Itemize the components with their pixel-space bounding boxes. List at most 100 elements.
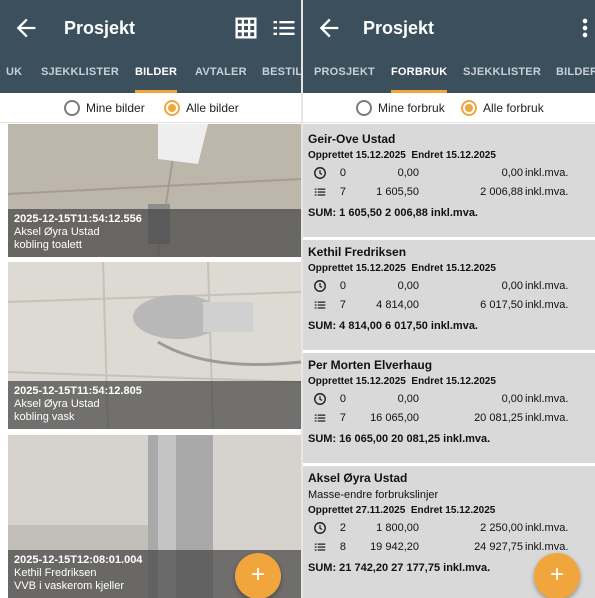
clock-icon: [314, 167, 326, 179]
items-row: 7 16 065,00 20 081,25 inkl.mva.: [308, 409, 593, 428]
tab-sjekklister[interactable]: SJEKKLISTER: [463, 56, 541, 93]
inkl-label: inkl.mva.: [525, 186, 569, 198]
left-screen: Prosjekt UK SJEKKLISTER BILDER AVTALER B…: [0, 0, 301, 598]
changed-label: Endret: [410, 505, 443, 516]
created-label: Opprettet: [308, 263, 353, 274]
items-count: 7: [339, 412, 346, 424]
tab-forbruk-label: FORBRUK: [391, 66, 448, 78]
clock-icon: [314, 522, 326, 534]
photo-user: Aksel Øyra Ustad: [14, 398, 100, 410]
inkl-label: inkl.mva.: [525, 393, 569, 405]
radio-mine-forbruk[interactable]: Mine forbruk: [356, 99, 445, 117]
photo-card-2[interactable]: 2025-12-15T11:54:12.805 Aksel Øyra Ustad…: [8, 262, 301, 429]
hours-count: 2: [339, 522, 346, 534]
changed-label: Endret: [411, 263, 444, 274]
created-date: 15.12.2025: [355, 376, 406, 387]
image-filter: Mine bilder Alle bilder: [0, 93, 301, 123]
tab-uk[interactable]: UK: [6, 56, 22, 93]
items-count: 7: [339, 186, 346, 198]
dates-line: Opprettet 15.12.2025 Endret 15.12.2025: [308, 261, 593, 277]
items-inc: 2 006,88: [480, 186, 523, 198]
hours-count: 0: [339, 393, 346, 405]
radio-circle: [356, 100, 372, 116]
consumption-list: Geir-Ove Ustad Opprettet 15.12.2025 Endr…: [303, 124, 595, 598]
add-photo-button[interactable]: +: [235, 553, 281, 598]
tab-bilder-label: BILDER: [135, 66, 178, 78]
radio-mine-bilder[interactable]: Mine bilder: [64, 99, 145, 117]
radio-label: Alle forbruk: [483, 101, 544, 115]
items-ex: 1 605,50: [376, 186, 419, 198]
hours-inc: 0,00: [501, 393, 523, 405]
consumption-card-3[interactable]: Per Morten Elverhaug Opprettet 15.12.202…: [308, 356, 593, 450]
photo-timestamp: 2025-12-15T11:54:12.805: [14, 385, 142, 397]
changed-date: 15.12.2025: [445, 263, 496, 274]
radio-label: Alle bilder: [186, 101, 239, 115]
dates-line: Opprettet 27.11.2025 Endret 15.12.2025: [308, 503, 593, 519]
photo-description: kobling vask: [14, 411, 75, 423]
photo-description: kobling toalett: [14, 239, 82, 251]
radio-alle-bilder[interactable]: Alle bilder: [164, 99, 239, 117]
created-label: Opprettet: [308, 376, 353, 387]
dates-line: Opprettet 15.12.2025 Endret 15.12.2025: [308, 148, 593, 164]
consumption-card-1[interactable]: Geir-Ove Ustad Opprettet 15.12.2025 Endr…: [308, 130, 593, 224]
hours-inc: 2 250,00: [480, 522, 523, 534]
tab-bilder[interactable]: BILDER: [135, 56, 178, 93]
clock-icon: [314, 280, 326, 292]
user-name: Geir-Ove Ustad: [308, 132, 396, 146]
more-vert-icon[interactable]: [571, 14, 595, 42]
consumption-filter: Mine forbruk Alle forbruk: [303, 93, 595, 123]
radio-circle-selected: [164, 100, 180, 116]
tab-avtaler[interactable]: AVTALER: [195, 56, 247, 93]
page-title: Prosjekt: [64, 18, 136, 38]
app-bar: Prosjekt UK SJEKKLISTER BILDER AVTALER B…: [0, 0, 301, 93]
consumption-card-2[interactable]: Kethil Fredriksen Opprettet 15.12.2025 E…: [308, 243, 593, 337]
card-separator: [303, 463, 595, 466]
tab-bar: PROSJEKT FORBRUK SJEKKLISTER BILDER: [303, 56, 595, 93]
photo-caption: 2025-12-15T11:54:12.556 Aksel Øyra Ustad…: [8, 209, 301, 257]
hours-ex: 0,00: [397, 167, 419, 179]
tab-prosjekt[interactable]: PROSJEKT: [314, 56, 375, 93]
user-name: Kethil Fredriksen: [308, 245, 407, 259]
items-inc: 24 927,75: [474, 541, 523, 553]
radio-alle-forbruk[interactable]: Alle forbruk: [461, 99, 544, 117]
add-consumption-button[interactable]: +: [534, 553, 580, 598]
hours-row: 0 0,00 0,00 inkl.mva.: [308, 164, 593, 183]
changed-date: 15.12.2025: [445, 376, 496, 387]
arrow-left-icon[interactable]: [315, 14, 343, 42]
changed-date: 15.12.2025: [445, 505, 496, 516]
arrow-left-icon[interactable]: [12, 14, 40, 42]
plus-icon: +: [250, 561, 265, 588]
hours-ex: 1 800,00: [376, 522, 419, 534]
tab-forbruk[interactable]: FORBRUK: [391, 56, 448, 93]
photo-card-1[interactable]: 2025-12-15T11:54:12.556 Aksel Øyra Ustad…: [8, 124, 301, 257]
list-lines-icon: [314, 414, 326, 422]
inkl-label: inkl.mva.: [525, 412, 569, 424]
list-icon[interactable]: [270, 14, 298, 42]
radio-label: Mine bilder: [86, 101, 145, 115]
created-date: 15.12.2025: [355, 150, 406, 161]
grid-icon[interactable]: [232, 14, 260, 42]
hours-row: 2 1 800,00 2 250,00 inkl.mva.: [308, 519, 593, 538]
created-label: Opprettet: [308, 150, 353, 161]
items-ex: 16 065,00: [370, 412, 419, 424]
items-count: 7: [339, 299, 346, 311]
items-ex: 4 814,00: [376, 299, 419, 311]
user-name: Per Morten Elverhaug: [308, 358, 433, 372]
tab-bestil[interactable]: BESTIL: [262, 56, 301, 93]
inkl-label: inkl.mva.: [525, 522, 569, 534]
hours-count: 0: [339, 280, 346, 292]
hours-ex: 0,00: [397, 393, 419, 405]
clock-icon: [314, 393, 326, 405]
inkl-label: inkl.mva.: [525, 541, 569, 553]
photo-user: Aksel Øyra Ustad: [14, 226, 100, 238]
changed-label: Endret: [411, 150, 444, 161]
hours-row: 0 0,00 0,00 inkl.mva.: [308, 277, 593, 296]
tab-sjekklister[interactable]: SJEKKLISTER: [41, 56, 119, 93]
created-label: Opprettet: [308, 505, 353, 516]
tab-bilder[interactable]: BILDER: [556, 56, 595, 93]
items-inc: 20 081,25: [474, 412, 523, 424]
sum-line: SUM: 1 605,50 2 006,88 inkl.mva.: [308, 207, 478, 219]
list-lines-icon: [314, 301, 326, 309]
items-ex: 19 942,20: [370, 541, 419, 553]
photo-caption: 2025-12-15T11:54:12.805 Aksel Øyra Ustad…: [8, 381, 301, 429]
